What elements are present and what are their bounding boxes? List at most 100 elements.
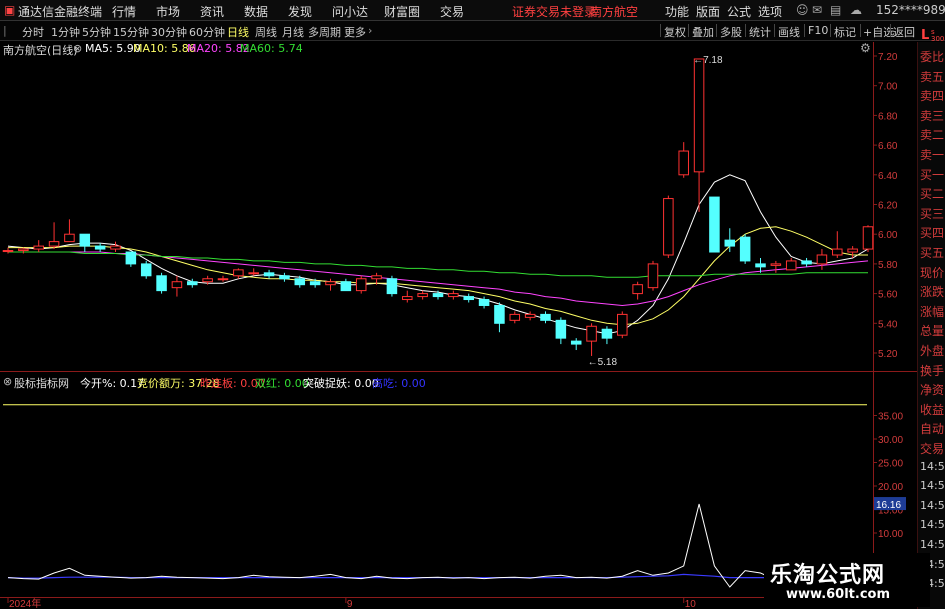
- high-price-annotation: ←7.18: [693, 55, 723, 66]
- candle-body-up: [417, 293, 428, 298]
- candle-body-down: [79, 233, 91, 247]
- open-pct-line: [7, 503, 869, 588]
- candle-body-up: [632, 284, 643, 295]
- watermark-url: www.60lt.com: [786, 587, 891, 602]
- quote-panel-item: 买四: [920, 226, 945, 241]
- quote-panel-item: 收益: [920, 402, 945, 417]
- chart-canvas[interactable]: 7.20 7.00 6.80 6.60 6.40 6.20 6.00 5.80 5.60 5.40…: [0, 0, 945, 609]
- right-quote-panel: 委比 卖五 卖四 卖三 卖二 卖一 买一 买二 买三 买四 买五 现价 涨跌 涨幅 总量 外盘 换手 净资 收益 自动…: [917, 42, 945, 609]
- price-tick-label: 5.80: [878, 260, 898, 271]
- candle-body-up: [48, 241, 60, 247]
- price-tick-label: 5.40: [878, 319, 898, 330]
- quote-panel-item[interactable]: 交易: [920, 440, 944, 457]
- sub-tick-label: 25.00: [878, 459, 903, 470]
- candle-body-up: [647, 263, 659, 289]
- quote-panel-item[interactable]: 14:56: [920, 499, 945, 512]
- quote-panel-item: 卖二: [920, 128, 945, 143]
- price-tick-label: 6.20: [878, 201, 898, 212]
- price-tick-label: 5.60: [878, 290, 898, 301]
- candle-body-down: [432, 293, 444, 298]
- time-tick-label: 2024年: [9, 597, 41, 609]
- candle-body-down: [724, 239, 736, 247]
- candle-body-down: [801, 260, 812, 265]
- low-price-annotation: ←5.18: [588, 357, 618, 368]
- price-tick-label: 6.80: [878, 111, 898, 122]
- quote-panel-item: 涨幅: [920, 304, 945, 319]
- candle-body-down: [386, 278, 398, 295]
- candle-body-down: [294, 278, 306, 286]
- candle-body-down: [156, 275, 167, 292]
- candle-body-down: [279, 275, 290, 280]
- quote-panel-item: 卖四: [920, 89, 945, 104]
- candle-body-up: [355, 278, 367, 292]
- corner-l-subtext: s 300: [931, 28, 945, 43]
- candle-body-down: [263, 272, 275, 277]
- candle-body-up: [2, 250, 14, 253]
- candle-body-down: [570, 340, 582, 345]
- price-tick-label: 6.60: [878, 141, 898, 152]
- time-tick-label: 9: [347, 599, 353, 609]
- quote-panel-item: 外盘: [920, 344, 945, 358]
- quote-panel-item: 净资: [920, 383, 945, 398]
- candle-body-up: [617, 313, 628, 336]
- candle-body-up: [202, 278, 213, 283]
- quote-panel-item: 涨跌: [920, 285, 945, 300]
- candle-body-up: [847, 248, 858, 253]
- candle-body-down: [463, 296, 474, 301]
- quote-panel-item[interactable]: 14:56: [920, 518, 945, 531]
- candle-body-up: [248, 272, 259, 275]
- candle-body-up: [110, 245, 121, 250]
- candle-body-down: [140, 263, 152, 277]
- quote-panel-item[interactable]: 自动: [920, 420, 944, 437]
- sub-tick-label: 20.00: [878, 482, 903, 493]
- quote-panel-item[interactable]: 14:56: [920, 538, 945, 551]
- candle-body-up: [33, 245, 44, 250]
- quote-panel-item: 买二: [920, 187, 945, 202]
- candle-body-up: [18, 248, 29, 252]
- candle-body-down: [125, 251, 137, 265]
- candle-body-down: [540, 313, 551, 321]
- quote-panel-item[interactable]: 14:56: [920, 460, 945, 473]
- candle-body-up: [448, 293, 459, 298]
- candle-body-up: [678, 150, 689, 176]
- ma-line-ma10: [8, 226, 868, 326]
- watermark: 乐淘公式网 www.60lt.com: [764, 553, 930, 607]
- candle-body-down: [755, 263, 766, 268]
- candle-body-up: [509, 313, 521, 321]
- candle-body-up: [586, 325, 597, 342]
- price-tick-label: 6.00: [878, 230, 898, 241]
- price-tick-label: 5.20: [878, 349, 898, 360]
- quote-panel-item: 卖三: [920, 108, 945, 123]
- candle-body-down: [739, 236, 751, 262]
- price-tick-label: 7.20: [878, 52, 898, 63]
- candle-body-up: [325, 281, 336, 286]
- candle-body-up: [217, 278, 229, 281]
- candle-body-down: [340, 281, 352, 292]
- sub-tick-label: 10.00: [878, 529, 903, 540]
- quote-panel-item: 总量: [920, 324, 945, 339]
- candle-body-down: [94, 245, 106, 250]
- candle-body-down: [187, 281, 198, 286]
- sub-value-badge: 16.16: [876, 500, 901, 511]
- candle-body-up: [862, 226, 874, 250]
- price-tick-label: 7.00: [878, 82, 898, 93]
- candle-body-down: [601, 328, 613, 339]
- quote-panel-item[interactable]: 14:56: [920, 479, 945, 492]
- candle-body-up: [64, 233, 75, 243]
- candle-body-up: [785, 260, 797, 271]
- watermark-title: 乐淘公式网: [770, 563, 886, 588]
- candle-body-down: [494, 304, 505, 324]
- time-tick-label: 10: [685, 599, 697, 609]
- quote-panel-item: 卖五: [920, 69, 945, 84]
- candle-body-up: [663, 198, 674, 256]
- quote-panel-item: 委比: [920, 50, 945, 64]
- corner-l-marker: L: [921, 28, 930, 43]
- quote-panel-item: 换手: [920, 363, 945, 378]
- candle-body-up: [233, 269, 244, 277]
- quote-panel-item: 现价: [920, 265, 945, 280]
- candle-body-down: [709, 196, 720, 253]
- quote-panel-item: 买五: [920, 246, 945, 260]
- candle-body-up: [524, 313, 536, 318]
- candle-body-up: [371, 275, 382, 280]
- candle-body-up: [816, 254, 828, 265]
